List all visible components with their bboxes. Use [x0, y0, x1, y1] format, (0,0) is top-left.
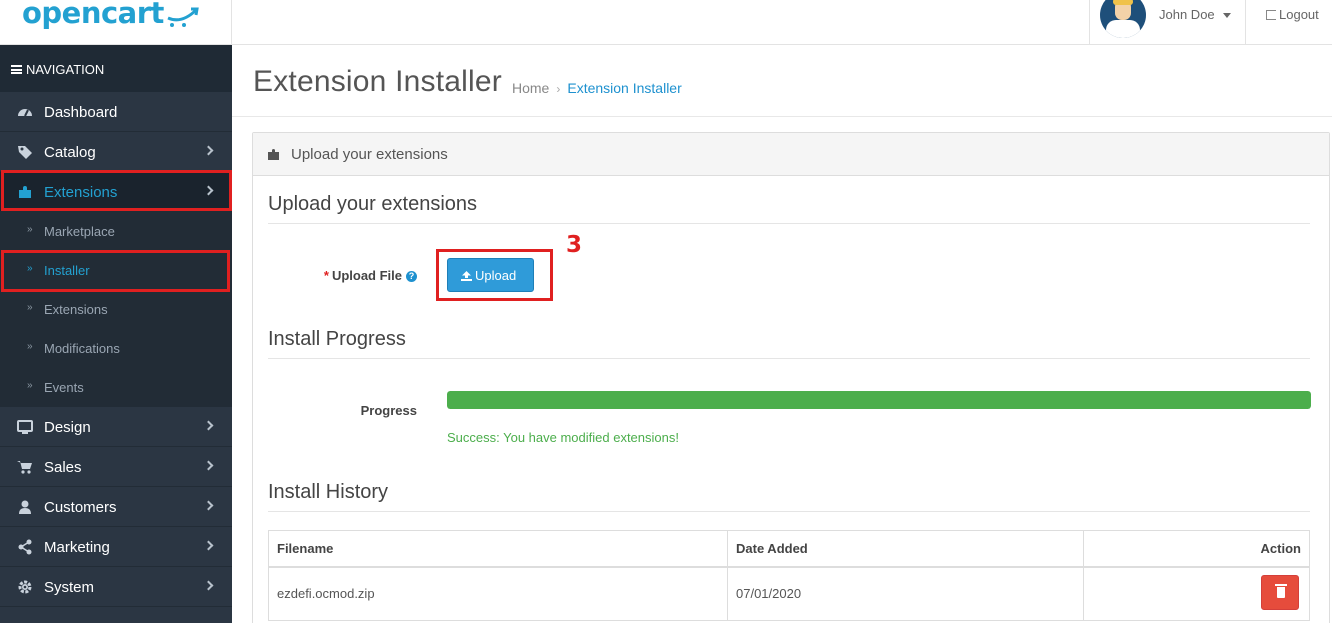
- sidebar: NAVIGATION Dashboard Catalog Extensions …: [0, 45, 232, 623]
- sidebar-item-label: Design: [44, 419, 91, 436]
- opencart-logo[interactable]: opencart: [22, 0, 164, 30]
- success-message: Success: You have modified extensions!: [447, 430, 679, 445]
- double-angle-right-icon: »: [27, 224, 33, 235]
- chevron-right-icon: [203, 460, 214, 471]
- panel-heading-title: Upload your extensions: [291, 146, 448, 163]
- sidebar-subitem-events[interactable]: » Events: [0, 368, 232, 407]
- tags-icon: [17, 144, 33, 160]
- puzzle-icon: [268, 149, 279, 160]
- sidebar-item-label: Sales: [44, 459, 82, 476]
- share-icon: [17, 539, 33, 555]
- main-content: Extension Installer Home › Extension Insta…: [232, 45, 1332, 623]
- upload-panel: Upload your extensions Upload your exten…: [252, 132, 1330, 623]
- sidebar-item-label: System: [44, 579, 95, 596]
- sidebar-item-dashboard[interactable]: Dashboard: [0, 92, 232, 132]
- cell-filename: ezdefi.ocmod.zip: [268, 566, 728, 621]
- progress-fill: [447, 391, 1311, 409]
- delete-button[interactable]: [1261, 574, 1299, 610]
- sidebar-item-sales[interactable]: Sales: [0, 447, 232, 487]
- sidebar-subitem-extensions[interactable]: » Extensions: [0, 290, 232, 329]
- top-header: opencart John Doe Logout: [0, 0, 1332, 45]
- trash-icon: [1275, 583, 1287, 598]
- sidebar-subitem-label: Marketplace: [44, 224, 115, 239]
- breadcrumb-home[interactable]: Home: [512, 80, 549, 96]
- breadcrumb: Home › Extension Installer: [512, 80, 682, 96]
- chevron-right-icon: [203, 580, 214, 591]
- double-angle-right-icon: »: [27, 380, 33, 391]
- user-menu[interactable]: John Doe: [1089, 0, 1246, 45]
- annotation-box-1: [1, 170, 232, 211]
- sidebar-item-customers[interactable]: Customers: [0, 487, 232, 527]
- sidebar-item-label: Marketing: [44, 539, 110, 556]
- column-date-added[interactable]: Date Added: [727, 530, 1084, 568]
- chevron-right-icon: [203, 145, 214, 156]
- avatar: [1100, 0, 1146, 38]
- table-row: ezdefi.ocmod.zip 07/01/2020: [268, 566, 1310, 621]
- user-name: John Doe: [1159, 7, 1215, 22]
- chevron-right-icon: [203, 420, 214, 431]
- cog-icon: [17, 579, 33, 595]
- sidebar-item-system[interactable]: System: [0, 567, 232, 607]
- sidebar-subitem-modifications[interactable]: » Modifications: [0, 329, 232, 368]
- breadcrumb-current[interactable]: Extension Installer: [567, 80, 681, 96]
- annotation-box-2: [1, 250, 230, 292]
- sidebar-item-label: Dashboard: [44, 104, 118, 121]
- double-angle-right-icon: »: [27, 302, 33, 313]
- sidebar-subitem-label: Modifications: [44, 341, 120, 356]
- chevron-right-icon: [203, 500, 214, 511]
- user-icon: [17, 499, 33, 515]
- sidebar-subitem-marketplace[interactable]: » Marketplace: [0, 212, 232, 251]
- sidebar-subitem-label: Extensions: [44, 302, 108, 317]
- bars-icon: [11, 65, 22, 74]
- dashboard-icon: [17, 104, 33, 120]
- chart-icon: [17, 619, 33, 623]
- sidebar-item-design[interactable]: Design: [0, 407, 232, 447]
- annotation-number-3: 3: [566, 232, 583, 258]
- annotation-box-3: [436, 249, 553, 301]
- sidebar-item-label: Customers: [44, 499, 117, 516]
- logout-link[interactable]: Logout: [1266, 7, 1319, 22]
- sidebar-item-catalog[interactable]: Catalog: [0, 132, 232, 172]
- panel-heading: Upload your extensions: [253, 133, 1329, 176]
- table-header-row: Filename Date Added Action: [268, 530, 1310, 568]
- breadcrumb-separator-icon: ›: [556, 82, 561, 96]
- cell-date-added: 07/01/2020: [727, 566, 1084, 621]
- page-title: Extension Installer: [253, 65, 502, 98]
- monitor-icon: [17, 419, 33, 435]
- caret-down-icon: [1223, 13, 1231, 18]
- sidebar-item-label: Catalog: [44, 144, 96, 161]
- navigation-title: NAVIGATION: [0, 45, 232, 92]
- sidebar-item-marketing[interactable]: Marketing: [0, 527, 232, 567]
- required-asterisk: *: [323, 268, 329, 283]
- upload-file-label-text: Upload File: [331, 268, 402, 283]
- page-header: Extension Installer Home › Extension Insta…: [232, 45, 1332, 117]
- install-history-table: Filename Date Added Action ezdefi.ocmod.…: [268, 530, 1310, 621]
- logout-label: Logout: [1279, 7, 1319, 22]
- cart-logo-icon: [167, 7, 199, 27]
- sidebar-subitem-label: Events: [44, 380, 84, 395]
- logo-area: opencart: [0, 0, 232, 45]
- section-title-progress: Install Progress: [268, 328, 1310, 359]
- double-angle-right-icon: »: [27, 341, 33, 352]
- sidebar-item-reports[interactable]: [0, 607, 232, 623]
- column-action: Action: [1083, 530, 1310, 568]
- navigation-label: NAVIGATION: [26, 62, 105, 77]
- chevron-right-icon: [203, 540, 214, 551]
- install-progress-bar: [447, 391, 1311, 409]
- progress-label: Progress: [360, 403, 417, 418]
- cell-action: [1083, 566, 1310, 621]
- sign-out-icon: [1266, 10, 1276, 20]
- question-circle-icon[interactable]: ?: [406, 271, 417, 282]
- section-title-history: Install History: [268, 481, 1310, 512]
- column-filename[interactable]: Filename: [268, 530, 728, 568]
- section-title-upload: Upload your extensions: [268, 193, 1310, 224]
- upload-file-label: * Upload File?: [313, 268, 417, 283]
- cart-icon: [17, 459, 33, 475]
